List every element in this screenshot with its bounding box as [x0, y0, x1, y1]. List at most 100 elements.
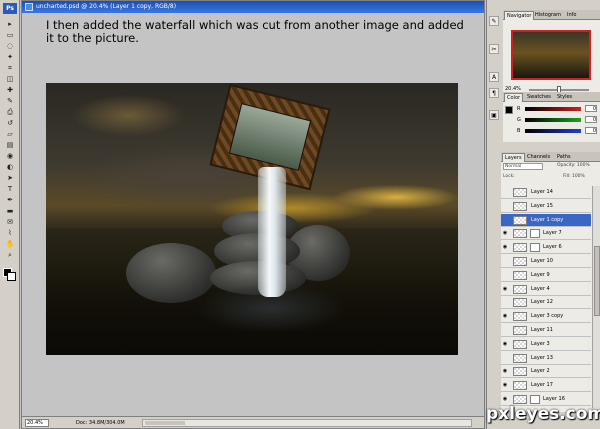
visibility-eye-icon[interactable] [502, 189, 508, 195]
visibility-eye-icon[interactable]: ◉ [502, 230, 508, 236]
document-size-info[interactable]: Doc: 34.8M/304.0M [76, 417, 125, 429]
crop-tool-icon[interactable]: ⌗ [4, 64, 16, 73]
visibility-eye-icon[interactable]: ◉ [502, 244, 508, 250]
document-titlebar[interactable]: uncharted.psd @ 20.4% (Layer 1 copy, RGB… [22, 1, 484, 13]
layer-thumbnail[interactable] [513, 298, 527, 308]
color-slider-g[interactable]: G0 [517, 116, 597, 124]
layer-row[interactable]: ◉ Layer 6 [501, 241, 591, 255]
tab-channels[interactable]: Channels [525, 153, 552, 162]
arrow-tool-icon[interactable]: ▸ [4, 20, 16, 29]
layer-row[interactable]: ◉ Layer 3 [501, 338, 591, 351]
tab-color[interactable]: Color [504, 93, 524, 102]
navigator-zoom-slider[interactable] [529, 86, 589, 93]
channel-value-field[interactable]: 0 [585, 127, 597, 134]
tab-paths[interactable]: Paths [555, 153, 573, 162]
color-slider-b[interactable]: B0 [517, 127, 597, 135]
layer-thumbnail[interactable] [513, 215, 527, 225]
brushes-icon[interactable]: ✎ [489, 16, 499, 26]
layer-mask-thumbnail[interactable] [530, 243, 540, 253]
marquee-tool-icon[interactable]: ▭ [4, 31, 16, 40]
visibility-eye-icon[interactable]: ◉ [502, 286, 508, 292]
layer-row[interactable]: Layer 13 [501, 352, 591, 365]
layer-row[interactable]: Layer 10 [501, 255, 591, 268]
layer-row[interactable]: Layer 12 [501, 296, 591, 310]
scrollbar-thumb[interactable] [145, 421, 185, 425]
type-tool-icon[interactable]: T [4, 185, 16, 194]
layer-thumbnail[interactable] [513, 339, 527, 349]
character-icon[interactable]: A [489, 72, 499, 82]
history-tool-icon[interactable]: ↺ [4, 119, 16, 128]
channel-gradient-bar[interactable] [525, 107, 581, 111]
visibility-eye-icon[interactable]: ◉ [502, 368, 508, 374]
tab-histogram[interactable]: Histogram [533, 11, 563, 20]
layer-row[interactable]: ◉ Layer 4 [501, 283, 591, 296]
visibility-eye-icon[interactable] [502, 203, 508, 209]
layer-row[interactable]: Layer 9 [501, 269, 591, 282]
color-slider-r[interactable]: R0 [517, 105, 597, 113]
channel-value-field[interactable]: 0 [585, 116, 597, 123]
tab-navigator[interactable]: Navigator [504, 11, 535, 20]
layer-thumbnail[interactable] [513, 326, 527, 335]
layer-row[interactable]: Layer 15 [501, 200, 591, 213]
fill-field[interactable]: Fill: 100% [563, 174, 585, 179]
blur-tool-icon[interactable]: ◉ [4, 152, 16, 161]
layer-thumbnail[interactable] [513, 284, 527, 294]
layer-row[interactable]: Layer 14 [501, 186, 591, 199]
hand-tool-icon[interactable]: ✋ [4, 240, 16, 249]
visibility-eye-icon[interactable]: ◉ [502, 396, 508, 402]
brush-tool-icon[interactable]: ✎ [4, 97, 16, 106]
navigator-preview[interactable] [511, 30, 591, 80]
layer-thumbnail[interactable] [513, 381, 527, 391]
visibility-eye-icon[interactable] [502, 217, 508, 223]
canvas-area[interactable]: I then added the waterfall which was cut… [22, 13, 484, 417]
layer-row[interactable]: ◉ Layer 17 [501, 379, 591, 393]
wand-tool-icon[interactable]: ✦ [4, 53, 16, 62]
gradient-tool-icon[interactable]: ▤ [4, 141, 16, 150]
color-panel-foreground[interactable] [505, 106, 513, 114]
layer-thumbnail[interactable] [513, 270, 527, 280]
tab-swatches[interactable]: Swatches [525, 93, 553, 102]
layer-thumbnail[interactable] [513, 229, 527, 239]
visibility-eye-icon[interactable] [502, 299, 508, 305]
layers-scrollbar[interactable] [592, 186, 600, 408]
visibility-eye-icon[interactable]: ◉ [502, 382, 508, 388]
layer-row[interactable]: Layer 11 [501, 324, 591, 337]
horizontal-scrollbar[interactable] [142, 419, 472, 427]
eraser-tool-icon[interactable]: ▱ [4, 130, 16, 139]
opacity-field[interactable]: Opacity: 100% [557, 163, 590, 168]
tool-presets-icon[interactable]: ✂ [489, 44, 499, 54]
visibility-eye-icon[interactable] [502, 327, 508, 333]
layer-thumbnail[interactable] [513, 201, 527, 211]
zoom-level-field[interactable]: 20.4% [25, 419, 49, 427]
visibility-eye-icon[interactable] [502, 355, 508, 361]
zoom-tool-icon[interactable]: ⌕ [4, 251, 16, 260]
eyedropper-tool-icon[interactable]: ⌇ [4, 229, 16, 238]
dodge-tool-icon[interactable]: ◐ [4, 163, 16, 172]
artwork-image[interactable] [46, 83, 458, 355]
blend-mode-select[interactable]: Normal [503, 163, 543, 170]
paragraph-icon[interactable]: ¶ [489, 88, 499, 98]
layer-thumbnail[interactable] [513, 353, 527, 363]
layer-row[interactable]: ◉ Layer 7 [501, 227, 591, 241]
lasso-tool-icon[interactable]: ◌ [4, 42, 16, 51]
layer-row[interactable]: ◉ Layer 3 copy [501, 310, 591, 324]
visibility-eye-icon[interactable] [502, 258, 508, 264]
layer-thumbnail[interactable] [513, 188, 527, 197]
channel-gradient-bar[interactable] [525, 129, 581, 133]
visibility-eye-icon[interactable] [502, 272, 508, 278]
layer-row[interactable]: ◉ Layer 2 [501, 365, 591, 379]
slice-tool-icon[interactable]: ◫ [4, 75, 16, 84]
shape-tool-icon[interactable]: ▬ [4, 207, 16, 216]
tab-styles[interactable]: Styles [555, 93, 574, 102]
visibility-eye-icon[interactable]: ◉ [502, 341, 508, 347]
notes-tool-icon[interactable]: ✉ [4, 218, 16, 227]
heal-tool-icon[interactable]: ✚ [4, 86, 16, 95]
layer-comps-icon[interactable]: ▣ [489, 110, 499, 120]
tab-info[interactable]: Info [565, 11, 578, 20]
layer-thumbnail[interactable] [513, 257, 527, 266]
visibility-eye-icon[interactable]: ◉ [502, 313, 508, 319]
layer-mask-thumbnail[interactable] [530, 395, 540, 404]
background-color-swatch[interactable] [7, 272, 16, 281]
layer-thumbnail[interactable] [513, 395, 527, 404]
layer-thumbnail[interactable] [513, 243, 527, 253]
